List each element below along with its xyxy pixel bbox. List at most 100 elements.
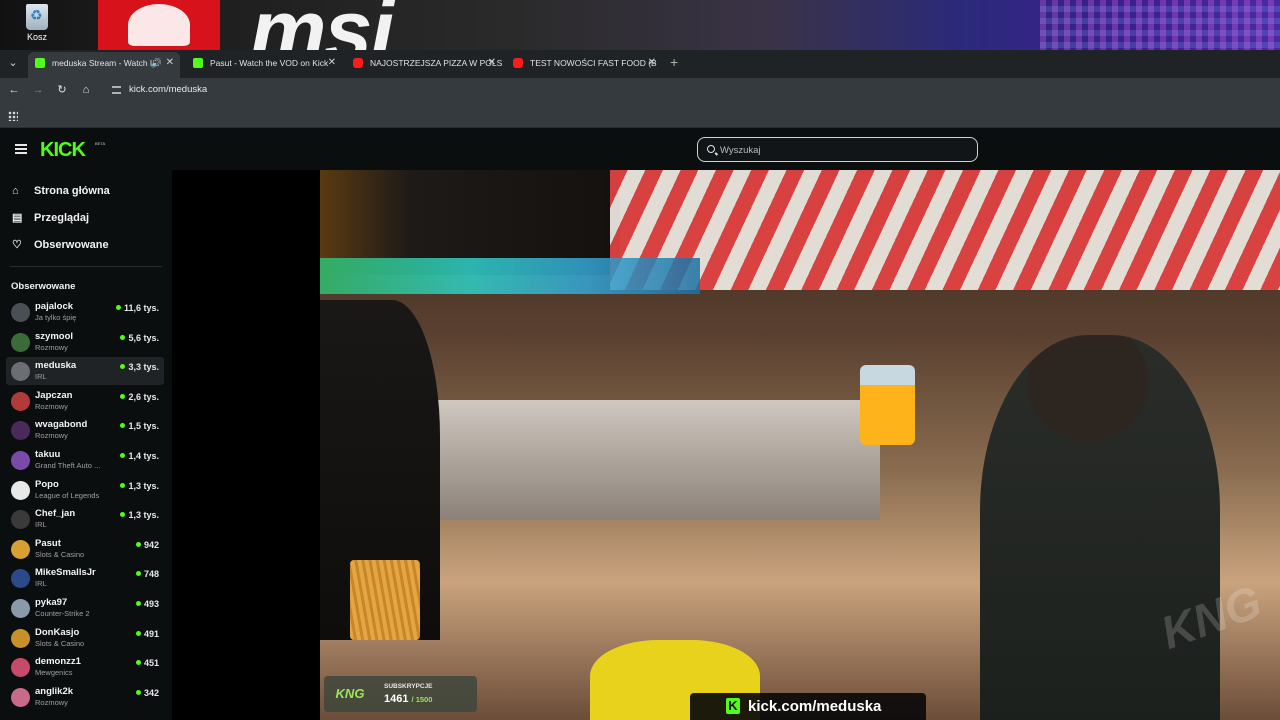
viewer-count: 11,6 tys. (115, 303, 159, 313)
new-tab-plus-icon[interactable]: + (670, 51, 678, 73)
desktop-wallpaper: Kosz msi (0, 0, 1280, 50)
close-tab-icon[interactable]: ✕ (328, 52, 336, 74)
menu-hamburger-icon[interactable] (15, 144, 27, 154)
home-button-icon[interactable]: ⌂ (77, 81, 95, 99)
nav-label: Obserwowane (34, 239, 109, 251)
live-dot-icon (120, 482, 126, 488)
tab-title: meduska Stream - Watch Li (52, 58, 157, 68)
tab-fastfood[interactable]: TEST NOWOŚCI FAST FOOD (B ✕ (506, 52, 662, 78)
sub-goal-count: 1461 / 1500 (384, 693, 432, 705)
search-box[interactable] (697, 137, 978, 162)
viewer-count-text: 342 (143, 687, 159, 698)
channel-category: Grand Theft Auto ... (35, 461, 101, 470)
msi-wordmark: msi (250, 0, 394, 50)
avatar (11, 480, 30, 500)
site-info-icon[interactable] (112, 86, 121, 94)
followed-section-title: Obserwowane (11, 281, 76, 292)
kick-header: KICK BETA (0, 128, 1280, 170)
avatar (11, 332, 30, 352)
channel-item-anglik2k[interactable]: anglik2k Rozmowy 342 (6, 683, 164, 711)
search-input[interactable] (720, 142, 960, 158)
bookmarks-bar (0, 102, 1280, 128)
viewer-count-text: 5,6 tys. (128, 332, 159, 343)
avatar (11, 658, 30, 678)
viewer-count: 3,3 tys. (120, 362, 159, 372)
live-dot-icon (115, 305, 121, 310)
channel-item-pajalock[interactable]: pajalock Ja tylko śpię 11,6 tys. (6, 298, 164, 326)
channel-item-pasut[interactable]: Pasut Slots & Casino 942 (6, 535, 164, 563)
channel-name: szymool (35, 330, 74, 342)
youtube-favicon-icon (513, 58, 523, 68)
avatar (11, 391, 30, 411)
viewer-count: 1,3 tys. (120, 481, 159, 491)
recycle-bin-icon (26, 4, 48, 30)
kick-favicon-icon (35, 58, 45, 68)
viewer-count-text: 748 (143, 569, 159, 580)
subscription-goal-widget: KNG SUBSKRYPCJE 1461 / 1500 (324, 676, 477, 712)
viewer-count: 451 (135, 658, 159, 668)
stream-letterbox (172, 170, 320, 720)
live-dot-icon (135, 689, 141, 695)
recycle-bin-label: Kosz (26, 32, 47, 42)
kick-logo[interactable]: KICK (40, 139, 86, 162)
channel-name: DonKasjo (35, 626, 80, 638)
sidebar-divider (10, 266, 162, 267)
channel-item-popo[interactable]: Popo League of Legends 1,3 tys. (6, 476, 164, 504)
forward-arrow-icon[interactable]: → (29, 81, 47, 99)
juice-dispenser (860, 365, 915, 445)
channel-name: Chef_jan (35, 508, 76, 520)
channel-category: Counter-Strike 2 (35, 609, 90, 618)
channel-name: meduska (35, 360, 77, 372)
channel-name: pajalock (35, 301, 74, 312)
tab-pasut[interactable]: Pasut - Watch the VOD on Kick ✕ (186, 52, 342, 78)
avatar (11, 599, 30, 618)
tab-meduska[interactable]: meduska Stream - Watch Li 🔊 ✕ (28, 52, 180, 78)
viewer-count-text: 1,5 tys. (128, 421, 159, 432)
channel-category: Rozmowy (35, 431, 68, 441)
viewer-count-text: 2,6 tys. (128, 391, 159, 402)
close-tab-icon[interactable]: ✕ (488, 52, 496, 74)
channel-item-szymool[interactable]: szymool Rozmowy 5,6 tys. (6, 328, 164, 356)
channel-category: Slots & Casino (35, 638, 85, 648)
nav-home[interactable]: ⌂ Strona główna (0, 178, 172, 204)
viewer-count: 5,6 tys. (120, 333, 159, 343)
kick-url-banner: K kick.com/meduska (690, 693, 926, 720)
channel-item-japczan[interactable]: Japczan Rozmowy 2,6 tys. (6, 387, 164, 415)
channel-item-demonzz1[interactable]: demonzz1 Mewgenics 451 (6, 653, 164, 681)
channel-name: wvagabond (35, 419, 88, 431)
browse-icon: ▤ (12, 212, 23, 224)
nav-browse[interactable]: ▤ Przeglądaj (0, 205, 172, 231)
close-tab-icon[interactable]: ✕ (166, 52, 174, 74)
sub-current: 1461 (384, 693, 409, 705)
channel-name: Japczan (35, 389, 73, 401)
live-dot-icon (135, 630, 141, 636)
recycle-bin-shortcut[interactable]: Kosz (22, 4, 52, 46)
channel-name: MikeSmallsJr (35, 567, 96, 579)
channel-item-takuu[interactable]: takuu Grand Theft Auto ... 1,4 tys. (6, 446, 164, 474)
channel-category: Slots & Casino (35, 549, 85, 559)
reload-icon[interactable]: ↻ (53, 81, 71, 99)
channel-item-meduska[interactable]: meduska IRL 3,3 tys. (6, 357, 164, 386)
nav-label: Strona główna (34, 185, 110, 197)
nav-following[interactable]: ♡ Obserwowane (0, 232, 172, 258)
address-bar[interactable]: kick.com/meduska (104, 80, 1280, 100)
avatar (11, 421, 30, 441)
tab-search-chevron-icon[interactable]: ⌄ (4, 54, 22, 72)
fries-cup (350, 560, 420, 640)
youtube-favicon-icon (353, 58, 363, 68)
channel-item-mikesmallsjr[interactable]: MikeSmallsJr IRL 748 (6, 564, 164, 592)
apps-grid-icon[interactable] (8, 111, 18, 121)
channel-item-pyka97[interactable]: pyka97 Counter-Strike 2 493 (6, 594, 164, 622)
tab-pizza[interactable]: NAJOSTRZEJSZA PIZZA W POLS ✕ (346, 52, 502, 78)
kick-k-icon: K (726, 698, 740, 714)
speaker-icon[interactable]: 🔊 (151, 52, 162, 74)
channel-category: Rozmowy (35, 342, 68, 352)
channel-item-wvagabond[interactable]: wvagabond Rozmowy 1,5 tys. (6, 416, 164, 444)
channel-item-chef_jan[interactable]: Chef_jan IRL 1,3 tys. (6, 505, 164, 533)
video-player[interactable]: KNG (320, 170, 1280, 720)
viewer-count-text: 493 (143, 599, 159, 609)
back-arrow-icon[interactable]: ← (5, 81, 23, 99)
channel-item-donkasjo[interactable]: DonKasjo Slots & Casino 491 (6, 624, 164, 652)
msi-dragon-logo (98, 0, 220, 50)
close-tab-icon[interactable]: ✕ (648, 52, 656, 74)
